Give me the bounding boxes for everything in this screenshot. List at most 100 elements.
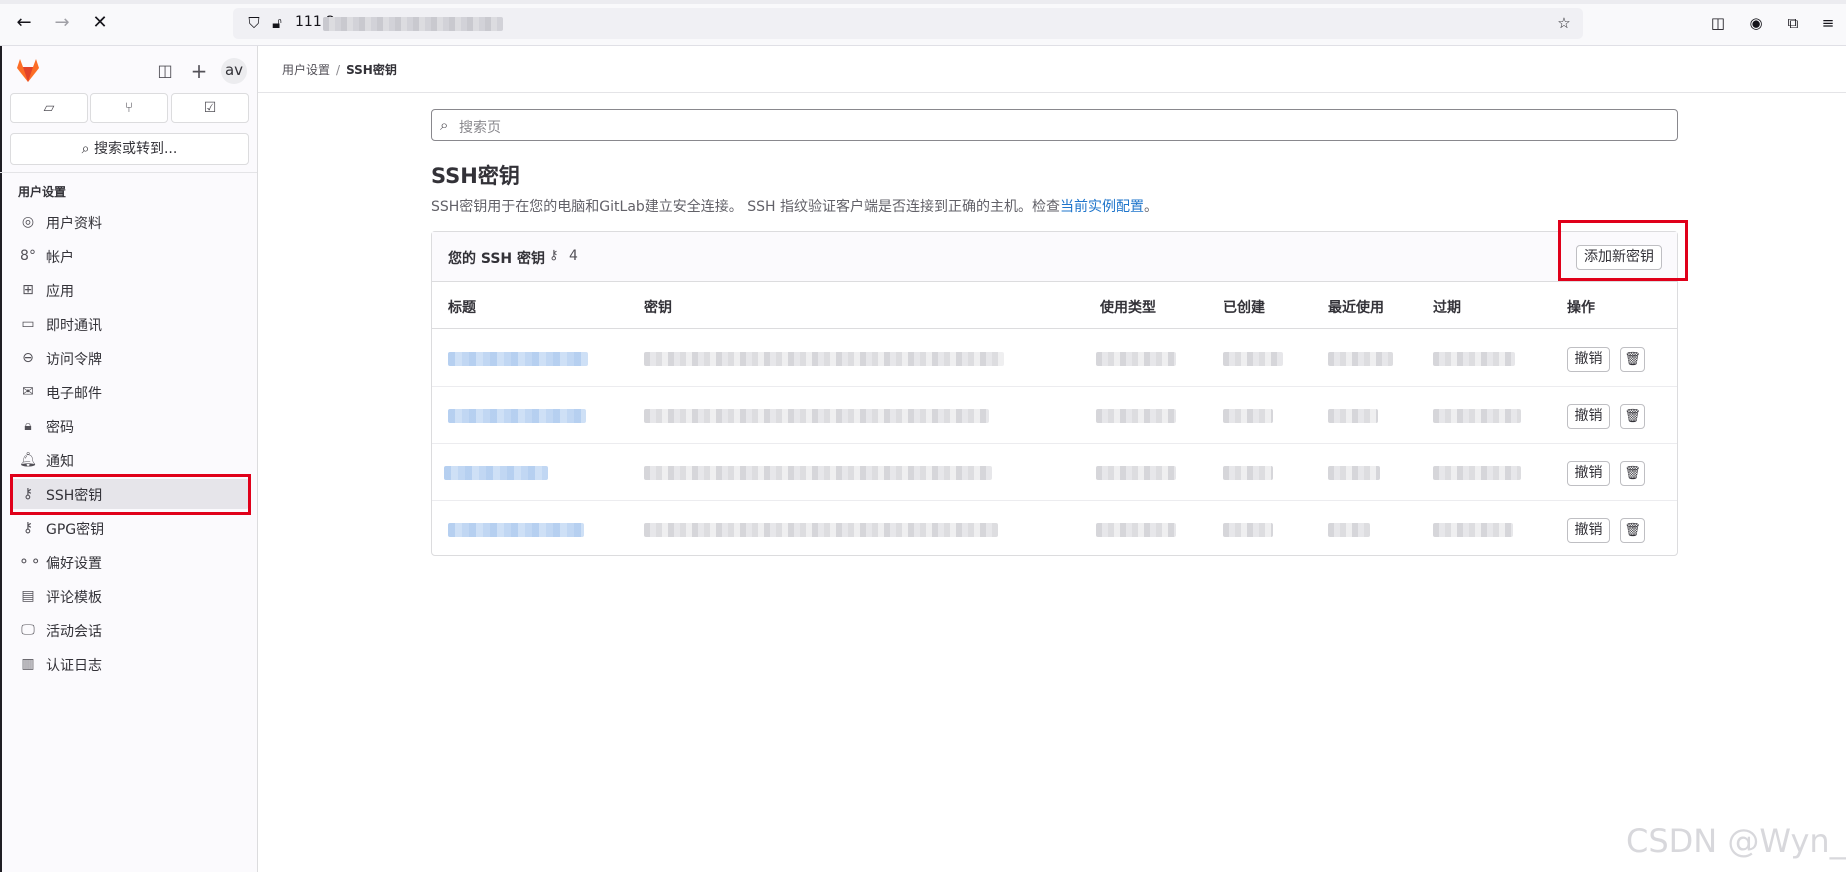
page-title: SSH密钥 bbox=[431, 164, 520, 188]
gitlab-logo-icon[interactable] bbox=[14, 56, 42, 84]
sidebar-item-applications[interactable]: ⊞ 应用 bbox=[10, 275, 250, 305]
sidebar-item-access-tokens[interactable]: ⊖ 访问令牌 bbox=[10, 343, 250, 373]
column-header-last-used: 最近使用 bbox=[1328, 300, 1384, 316]
expires-redacted bbox=[1433, 409, 1521, 423]
card-header: 您的 SSH 密钥 ⚷ 4 添加新密钥 bbox=[432, 232, 1677, 282]
merge-requests-button[interactable]: ⑂ bbox=[90, 93, 168, 123]
sidebar-item-comment-templates[interactable]: ▤ 评论模板 bbox=[10, 581, 250, 611]
sidebar-item-emails[interactable]: ✉ 电子邮件 bbox=[10, 377, 250, 407]
todo-icon: ☑ bbox=[203, 100, 217, 116]
puzzle-icon[interactable]: ⧉ bbox=[1782, 12, 1804, 34]
delete-button[interactable]: 🗑︎ bbox=[1620, 518, 1645, 543]
sidebar-item-auth-log[interactable]: ▥ 认证日志 bbox=[10, 649, 250, 679]
revoke-button[interactable]: 撤销 bbox=[1567, 461, 1610, 486]
sidebar-section-title: 用户设置 bbox=[18, 185, 67, 199]
todos-button[interactable]: ☑ bbox=[171, 93, 249, 123]
delete-button[interactable]: 🗑︎ bbox=[1620, 461, 1645, 486]
key-fingerprint-redacted bbox=[644, 409, 989, 423]
stop-icon[interactable]: ✕ bbox=[89, 12, 111, 34]
issues-icon: ▱ bbox=[43, 100, 55, 116]
expires-redacted bbox=[1433, 352, 1515, 366]
sidebar-item-label: 活动会话 bbox=[46, 624, 102, 640]
highlight-add-key-button bbox=[1558, 220, 1688, 281]
tab-strip bbox=[0, 0, 1846, 4]
sidebar-item-label: 帐户 bbox=[46, 250, 74, 266]
page-search-placeholder: 搜索页 bbox=[459, 120, 501, 136]
key-title-link-redacted[interactable] bbox=[444, 466, 548, 480]
sidebar-item-profile[interactable]: ◎ 用户资料 bbox=[10, 207, 250, 237]
sidebar-item-label: 通知 bbox=[46, 454, 74, 470]
issues-button[interactable]: ▱ bbox=[10, 93, 88, 123]
pocket-icon[interactable]: ◫ bbox=[1707, 12, 1729, 34]
preferences-icon: ⚬⚬ bbox=[18, 554, 42, 570]
search-icon: ⌕ bbox=[440, 116, 449, 134]
plus-icon[interactable]: + bbox=[187, 59, 211, 83]
sidebar-item-preferences[interactable]: ⚬⚬ 偏好设置 bbox=[10, 547, 250, 577]
created-redacted bbox=[1223, 352, 1283, 366]
created-redacted bbox=[1223, 466, 1273, 480]
sidebar: ◫ + av ▱ ⑂ ☑ ⌕ 搜索或转到... 用户设置 ◎ 用户资料 8° 帐… bbox=[0, 46, 258, 872]
sidebar-item-label: 即时通讯 bbox=[46, 318, 102, 334]
page-description-end: 。 bbox=[1144, 199, 1158, 215]
sidebar-item-label: GPG密钥 bbox=[46, 522, 105, 538]
sidebar-item-password[interactable]: 🔒︎ 密码 bbox=[10, 411, 250, 441]
account-icon[interactable]: ◉ bbox=[1745, 12, 1767, 34]
page-search-input[interactable]: ⌕ 搜索页 bbox=[431, 109, 1678, 141]
key-title-link-redacted[interactable] bbox=[448, 352, 588, 366]
lock-slash-icon[interactable]: 🔓︎ bbox=[266, 12, 288, 34]
hamburger-icon[interactable]: ≡ bbox=[1817, 12, 1839, 34]
sidebar-item-notifications[interactable]: 🔔︎ 通知 bbox=[10, 445, 250, 475]
search-or-go-button[interactable]: ⌕ 搜索或转到... bbox=[10, 133, 249, 165]
trash-icon: 🗑︎ bbox=[1624, 466, 1641, 481]
breadcrumb-parent[interactable]: 用户设置 bbox=[282, 63, 330, 77]
created-redacted bbox=[1223, 523, 1273, 537]
breadcrumb-separator: / bbox=[336, 63, 341, 77]
usage-type-redacted bbox=[1096, 409, 1176, 423]
forward-icon[interactable]: → bbox=[51, 12, 73, 34]
url-redacted bbox=[323, 17, 503, 31]
instance-config-link[interactable]: 当前实例配置 bbox=[1060, 199, 1144, 215]
usage-type-redacted bbox=[1096, 352, 1176, 366]
profile-icon: ◎ bbox=[21, 214, 35, 230]
expires-redacted bbox=[1433, 523, 1513, 537]
delete-button[interactable]: 🗑︎ bbox=[1620, 347, 1645, 372]
table-row: 撤销 🗑︎ bbox=[432, 330, 1677, 387]
token-icon: ⊖ bbox=[22, 350, 34, 366]
last-used-redacted bbox=[1328, 523, 1370, 537]
revoke-button[interactable]: 撤销 bbox=[1567, 347, 1610, 372]
usage-type-redacted bbox=[1096, 523, 1176, 537]
merge-request-icon: ⑂ bbox=[124, 100, 134, 116]
trash-icon: 🗑︎ bbox=[1624, 409, 1641, 424]
sidebar-item-chat[interactable]: ▭ 即时通讯 bbox=[10, 309, 250, 339]
key-icon: ⚷ bbox=[549, 248, 559, 263]
sidebar-item-gpg-keys[interactable]: ⚷ GPG密钥 bbox=[10, 513, 250, 543]
revoke-button[interactable]: 撤销 bbox=[1567, 518, 1610, 543]
key-count: 4 bbox=[569, 248, 578, 264]
page-description: SSH密钥用于在您的电脑和GitLab建立安全连接。 SSH 指纹验证客户端是否… bbox=[431, 196, 1158, 216]
collapse-sidebar-icon[interactable]: ◫ bbox=[153, 59, 177, 83]
sidebar-item-active-sessions[interactable]: 🖵︎ 活动会话 bbox=[10, 615, 250, 645]
comment-icon: ▤ bbox=[21, 588, 35, 604]
account-icon: 8° bbox=[20, 248, 36, 264]
bell-icon: 🔔︎ bbox=[19, 452, 37, 468]
table-row: 撤销 🗑︎ bbox=[432, 501, 1677, 558]
browser-toolbar: ← → ✕ ⛉ 🔓︎ 111.2 ☆ ◫ ◉ ⧉ ≡ bbox=[0, 0, 1846, 46]
key-title-link-redacted[interactable] bbox=[448, 523, 584, 537]
star-icon[interactable]: ☆ bbox=[1553, 12, 1575, 34]
last-used-redacted bbox=[1328, 466, 1380, 480]
key-title-link-redacted[interactable] bbox=[448, 409, 586, 423]
back-icon[interactable]: ← bbox=[13, 12, 35, 34]
breadcrumb-current: SSH密钥 bbox=[346, 63, 397, 77]
delete-button[interactable]: 🗑︎ bbox=[1620, 404, 1645, 429]
trash-icon: 🗑︎ bbox=[1624, 523, 1641, 538]
card-title: 您的 SSH 密钥 bbox=[448, 251, 546, 267]
usage-type-redacted bbox=[1096, 466, 1176, 480]
shield-icon[interactable]: ⛉ bbox=[243, 12, 265, 34]
url-bar[interactable]: ⛉ 🔓︎ 111.2 ☆ bbox=[233, 8, 1583, 39]
table-header: 标题 密钥 使用类型 已创建 最近使用 过期 操作 bbox=[432, 283, 1677, 329]
expires-redacted bbox=[1433, 466, 1521, 480]
avatar[interactable]: av bbox=[221, 58, 247, 84]
sidebar-item-account[interactable]: 8° 帐户 bbox=[10, 241, 250, 271]
revoke-button[interactable]: 撤销 bbox=[1567, 404, 1610, 429]
sidebar-item-label: 偏好设置 bbox=[46, 556, 102, 572]
